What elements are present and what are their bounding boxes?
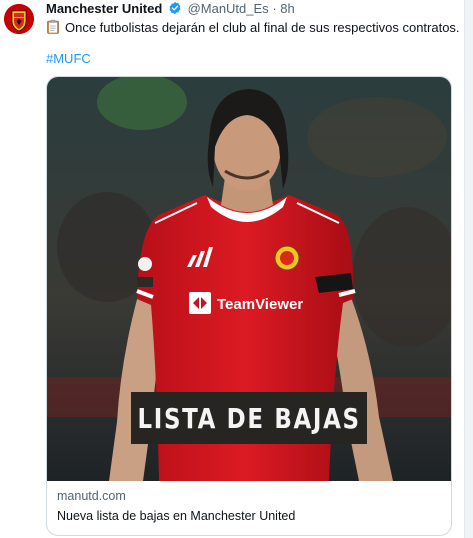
link-card[interactable]: TeamViewer LISTA DE BAJAS manutd.com Nue… [46, 76, 452, 536]
hashtag-link[interactable]: #MUFC [46, 51, 91, 66]
card-title[interactable]: Nueva lista de bajas en Manchester Unite… [57, 509, 295, 523]
shirt-sponsor-text: TeamViewer [217, 296, 303, 313]
club-crest-icon [4, 4, 34, 34]
card-image-overlay: LISTA DE BAJAS [131, 392, 367, 444]
clipboard-emoji-icon [47, 19, 59, 34]
verified-badge-icon [169, 1, 181, 15]
author-handle[interactable]: @ManUtd_Es [188, 1, 269, 16]
tweet-text: Once futbolistas dejarán el club al fina… [46, 19, 460, 35]
tweet-header: Manchester United @ManUtd_Es · 8h [46, 1, 295, 16]
avatar[interactable] [4, 4, 34, 34]
card-text: manutd.com Nueva lista de bajas en Manch… [57, 489, 295, 523]
header-separator: · [272, 1, 277, 16]
card-domain: manutd.com [57, 489, 126, 503]
scrollbar-track[interactable] [464, 0, 473, 538]
tweet-body: Once futbolistas dejarán el club al fina… [65, 20, 460, 35]
author-name[interactable]: Manchester United [46, 1, 162, 16]
card-overlay-text: LISTA DE BAJAS [137, 401, 361, 435]
tweet-timestamp[interactable]: 8h [280, 1, 294, 16]
